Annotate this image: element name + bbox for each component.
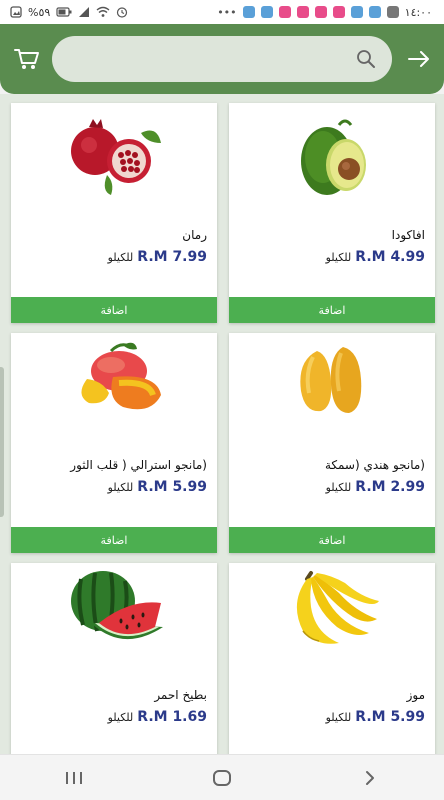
pomegranate-image: [71, 119, 161, 195]
status-right: ••• ١٤:٠٠: [217, 6, 432, 19]
messenger-icon: [350, 6, 363, 18]
cart-icon: [14, 49, 39, 69]
product-card[interactable]: (مانجو هندي (سمكة للكيلو R.M 2.99 اضافة: [229, 333, 435, 553]
product-name: (مانجو استرالي ( قلب الثور: [70, 458, 207, 472]
product-card[interactable]: موز للكيلو R.M 5.99: [229, 563, 435, 754]
product-price: R.M 5.99: [137, 479, 207, 495]
product-card[interactable]: (مانجو استرالي ( قلب الثور للكيلو R.M 5.…: [11, 333, 217, 553]
price-unit: للكيلو: [107, 711, 134, 724]
system-nav-bar: [0, 754, 444, 800]
product-name: (مانجو هندي (سمكة: [324, 458, 425, 472]
product-price-row: للكيلو R.M 2.99: [326, 479, 425, 495]
add-to-cart-button[interactable]: اضافة: [11, 527, 217, 553]
product-card[interactable]: افاكودا للكيلو R.M 4.99 اضافة: [229, 103, 435, 323]
price-unit: للكيلو: [107, 481, 134, 494]
product-name: رمان: [182, 228, 207, 242]
messenger-icon: [368, 6, 381, 18]
product-price-row: للكيلو R.M 7.99: [108, 249, 207, 265]
add-to-cart-button[interactable]: اضافة: [229, 527, 435, 553]
product-price: R.M 1.69: [137, 709, 207, 725]
recents-button[interactable]: [54, 763, 94, 793]
battery-text: %٥٩: [28, 5, 51, 19]
status-bar: %٥٩ ••• ١٤:٠٠: [0, 0, 444, 24]
add-to-cart-button[interactable]: اضافة: [11, 297, 217, 323]
messenger-icon: [242, 6, 255, 18]
product-price: R.M 5.99: [355, 709, 425, 725]
watermelon-image: [71, 571, 163, 640]
app-icon: [314, 6, 327, 18]
price-unit: للكيلو: [325, 251, 352, 264]
product-price-row: للكيلو R.M 5.99: [326, 709, 425, 725]
forward-button[interactable]: [406, 46, 432, 72]
mango-image: [81, 342, 161, 410]
signal-icon: [79, 7, 90, 17]
product-price-row: للكيلو R.M 4.99: [326, 249, 425, 265]
avocado-image: [301, 119, 366, 195]
message-icon: [386, 6, 399, 18]
product-price: R.M 2.99: [355, 479, 425, 495]
wifi-icon: [96, 6, 110, 17]
mango-image: [300, 347, 362, 413]
battery-icon: [56, 7, 72, 17]
app-header: [0, 24, 444, 94]
gallery-icon: [10, 6, 22, 18]
recents-icon: [66, 771, 82, 784]
home-icon: [213, 769, 231, 786]
app-icon: [332, 6, 345, 18]
edge-panel-handle[interactable]: [0, 367, 4, 517]
back-icon: [366, 770, 374, 785]
banana-image: [296, 571, 379, 644]
search-input[interactable]: [52, 36, 356, 82]
more-icon: •••: [217, 5, 237, 19]
app-icon: [296, 6, 309, 18]
product-name: افاكودا: [391, 228, 425, 242]
product-price-row: للكيلو R.M 1.69: [108, 709, 207, 725]
search-icon[interactable]: [356, 49, 376, 69]
price-unit: للكيلو: [325, 711, 352, 724]
app-icon: [278, 6, 291, 18]
product-price: R.M 7.99: [137, 249, 207, 265]
product-card[interactable]: رمان للكيلو R.M 7.99 اضافة: [11, 103, 217, 323]
status-left: %٥٩: [10, 6, 128, 19]
product-price: R.M 4.99: [355, 249, 425, 265]
messenger-icon: [260, 6, 273, 18]
search-bar[interactable]: [52, 36, 392, 82]
home-button[interactable]: [202, 763, 242, 793]
product-grid: افاكودا للكيلو R.M 4.99 اضافة رمان للكيل…: [0, 94, 444, 754]
product-name: موز: [406, 688, 425, 702]
product-name: بطيخ احمر: [154, 688, 207, 702]
alarm-icon: [117, 7, 128, 18]
add-to-cart-button[interactable]: اضافة: [229, 297, 435, 323]
back-button[interactable]: [350, 763, 390, 793]
price-unit: للكيلو: [107, 251, 134, 264]
arrow-right-icon: [408, 51, 429, 67]
cart-button[interactable]: [12, 44, 42, 74]
price-unit: للكيلو: [325, 481, 352, 494]
status-time: ١٤:٠٠: [404, 5, 432, 19]
product-price-row: للكيلو R.M 5.99: [108, 479, 207, 495]
product-card[interactable]: بطيخ احمر للكيلو R.M 1.69: [11, 563, 217, 754]
